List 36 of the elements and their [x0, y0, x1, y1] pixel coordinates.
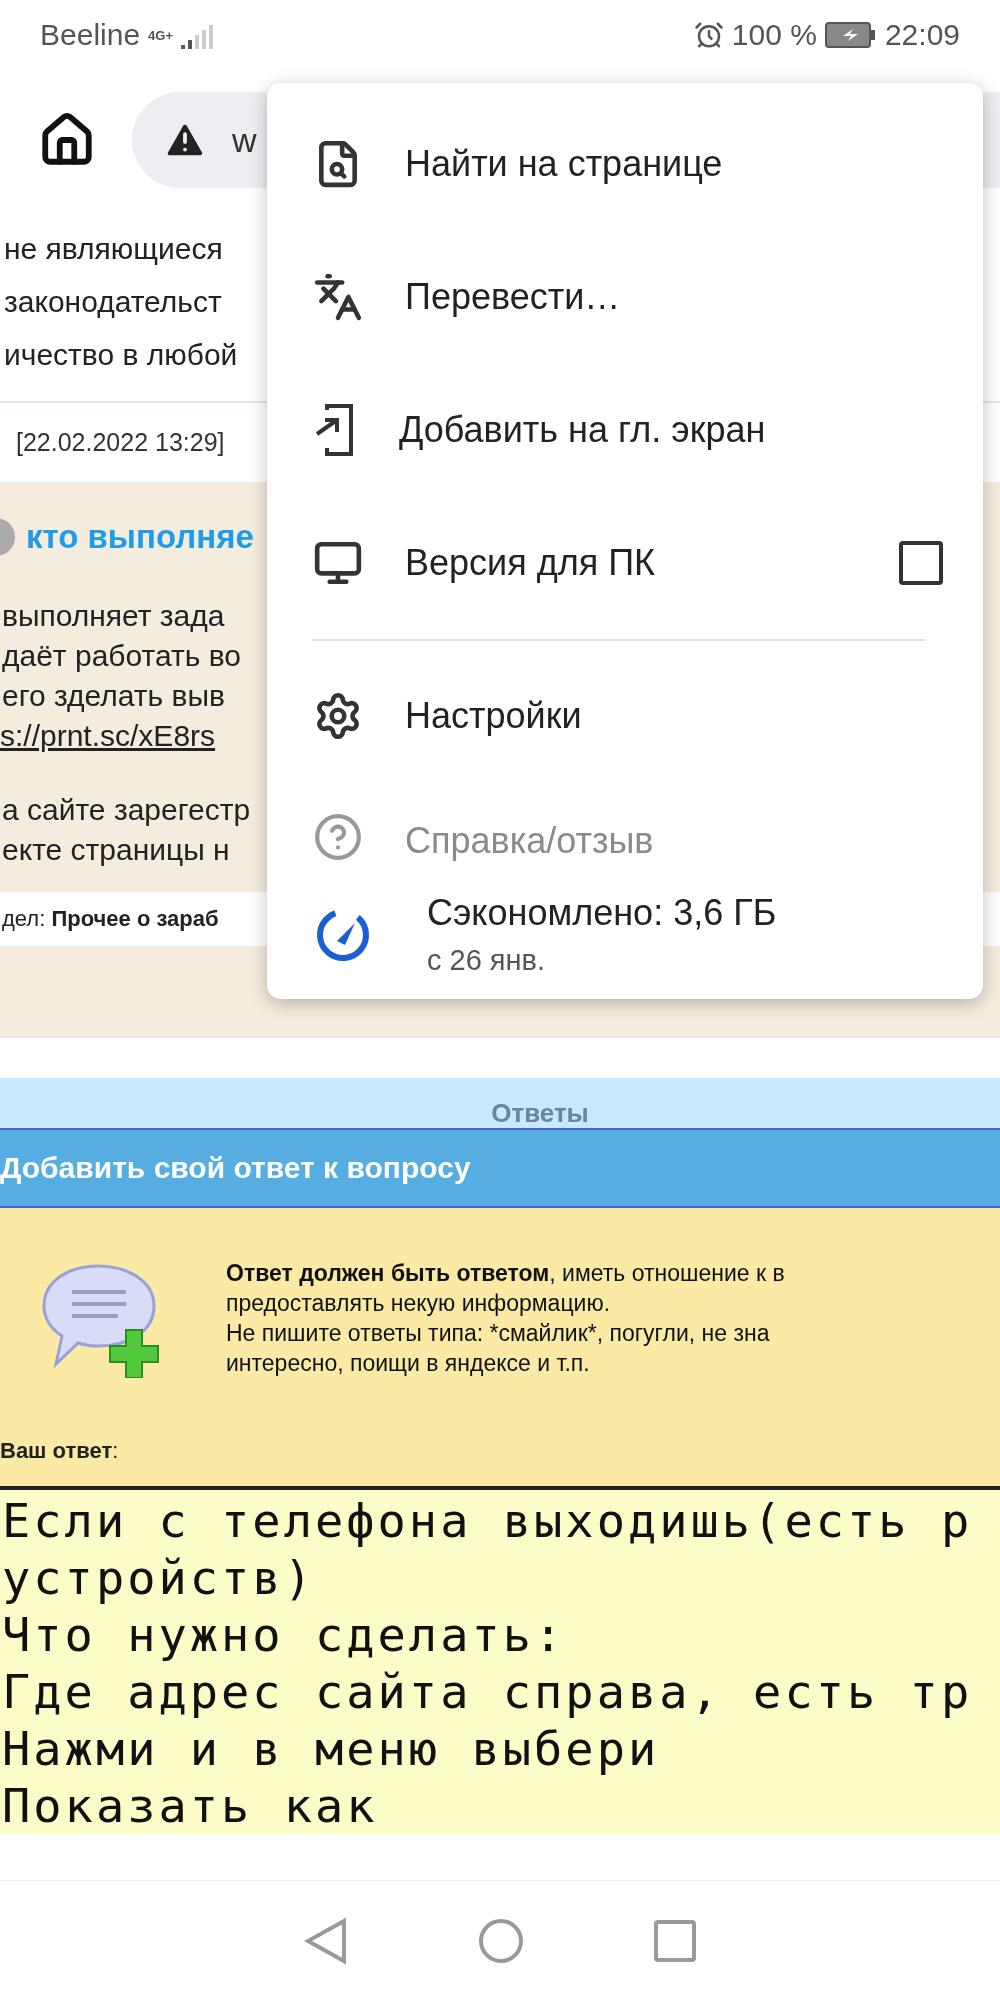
- menu-item[interactable]: Версия для ПК: [267, 496, 983, 629]
- home-circle-icon[interactable]: [478, 1917, 524, 1964]
- translate-icon: [313, 271, 363, 322]
- add-answer-title: Добавить свой ответ к вопросу: [0, 1151, 471, 1185]
- answer-rules: Ответ должен быть ответом, иметь отношение к в предоставлять некую информацию. Не пишите ответы типа: *смайлик*, погугли, не зна интересно, поищи в яндексе и т.п.: [226, 1259, 785, 1378]
- battery-percent: 100 %: [731, 18, 817, 52]
- question-text: даёт работать во: [1, 638, 241, 674]
- screenshot-link[interactable]: s://prnt.sc/xE8rs: [0, 719, 216, 752]
- help-icon: [313, 812, 363, 862]
- page-text: ичество в любой: [3, 337, 238, 373]
- answer-textarea[interactable]: Если с телефона выходишь(есть р устройств) Что нужно сделать: Где адрес сайта справа, есть тр Нажми и в меню выбери Показать как: [0, 1486, 1000, 1834]
- question-text: его зделать выв: [1, 678, 225, 714]
- network-type: 4G+: [148, 28, 173, 42]
- alarm-icon: [693, 20, 724, 50]
- question-text: а сайте зарегестр: [1, 792, 251, 828]
- answers-heading: Ответы: [491, 1098, 589, 1128]
- page-text: не являющиеся: [3, 231, 223, 267]
- menu-item[interactable]: Перевести…: [267, 230, 983, 363]
- post-date: [22.02.2022 13:29]: [16, 428, 225, 456]
- section-label: дел: Прочее о зараб: [2, 906, 219, 931]
- answer-label: Ваш ответ:: [0, 1438, 119, 1464]
- page-text: законодательст: [3, 284, 222, 320]
- back-icon[interactable]: [304, 1916, 348, 1965]
- recents-icon[interactable]: [654, 1919, 696, 1962]
- question-text: екте страницы н: [1, 832, 230, 868]
- clock-time: 22:09: [884, 18, 960, 52]
- checkbox[interactable]: [899, 540, 943, 585]
- avatar-icon: [0, 517, 16, 557]
- question-text: выполняет зада: [1, 598, 225, 634]
- battery-charging-icon: [824, 22, 877, 48]
- url-text: w: [232, 120, 257, 160]
- menu-item[interactable]: Найти на странице: [267, 97, 983, 230]
- menu-item[interactable]: Добавить на гл. экран: [267, 363, 983, 496]
- carrier-name: Beeline: [40, 18, 141, 52]
- menu-item[interactable]: Настройки: [267, 649, 983, 782]
- data-savings-item[interactable]: Сэкономлено: 3,6 ГБ с 26 янв.: [267, 862, 983, 977]
